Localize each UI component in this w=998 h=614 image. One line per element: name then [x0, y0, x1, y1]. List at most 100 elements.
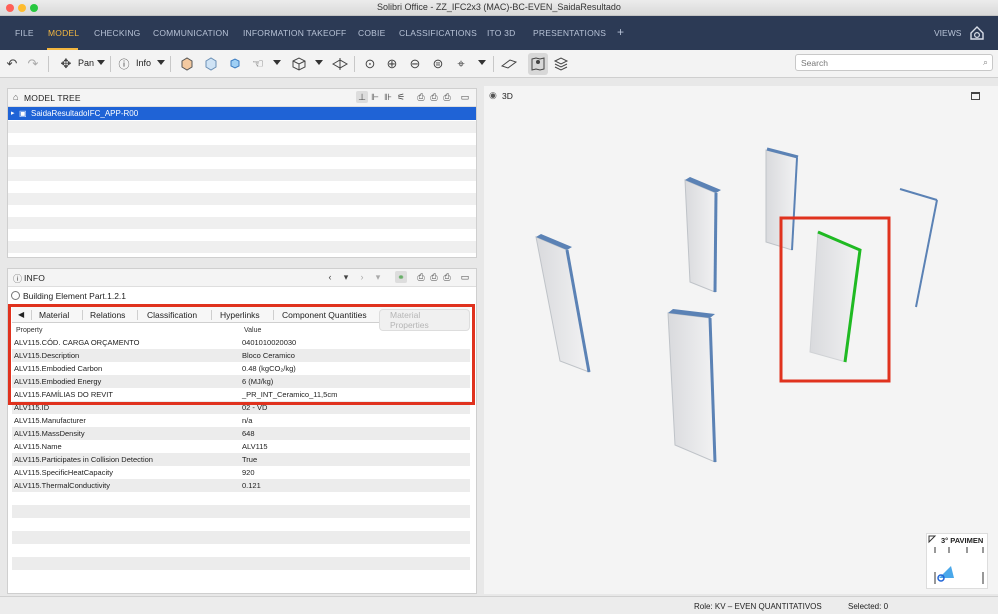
- toolbar-separator: [48, 56, 49, 72]
- wall-element: [535, 236, 590, 373]
- 3d-view-title: 3D: [502, 91, 513, 101]
- measure-icon[interactable]: ⌖: [452, 55, 470, 73]
- selected-count: Selected: 0: [848, 602, 889, 611]
- home-3d-icon[interactable]: [969, 25, 985, 41]
- next-dropdown-icon[interactable]: ▾: [372, 271, 384, 283]
- window-title: Solibri Office - ZZ_IFC2x3 (MAC)-BC-EVEN…: [377, 2, 621, 12]
- table-row[interactable]: ALV115.Manufacturer n/a: [12, 414, 470, 427]
- tree-row: [8, 145, 476, 157]
- model-tree-header: ⌂ MODEL TREE ⊥ ⊩ ⊪ ⚟ ⎙ ⎙ ⎙ ▭: [8, 89, 476, 107]
- section-box-icon[interactable]: [331, 55, 349, 73]
- slice-plane-icon[interactable]: [500, 55, 518, 73]
- floor-plan-icon[interactable]: [529, 55, 547, 73]
- show-components-icon[interactable]: [178, 55, 196, 73]
- wall-element: [684, 179, 717, 293]
- toolbar-separator: [170, 56, 171, 72]
- table-row[interactable]: ALV115.ThermalConductivity 0.121: [12, 479, 470, 492]
- info-header: ⓘ INFO ‹ ▾ › ▾ ⚭ ⎙ ⎙ ⎙ ▭: [8, 269, 476, 287]
- property-name: ALV115.MassDensity: [14, 429, 85, 438]
- menu-communication[interactable]: COMMUNICATION: [153, 28, 229, 38]
- view-dropdown-caret[interactable]: [315, 60, 323, 65]
- undo-icon[interactable]: ↶: [3, 55, 21, 73]
- menu-cobie[interactable]: COBIE: [358, 28, 385, 38]
- redo-icon[interactable]: ↷: [24, 55, 42, 73]
- property-name: ALV115.Name: [14, 442, 62, 451]
- sync-selection-icon[interactable]: ⚭: [395, 271, 407, 283]
- 3d-viewport[interactable]: [484, 86, 998, 594]
- toolbar-separator: [110, 56, 111, 72]
- wall-edge: [899, 188, 938, 201]
- info-panel-icon: ⓘ: [13, 274, 23, 284]
- isolate-icon[interactable]: [226, 55, 244, 73]
- menu-information-takeoff[interactable]: INFORMATION TAKEOFF: [243, 28, 346, 38]
- menu-presentations[interactable]: PRESENTATIONS: [533, 28, 606, 38]
- menu-ito-3d[interactable]: ITO 3D: [487, 28, 515, 38]
- annotation-highlight-box: [8, 304, 475, 405]
- zoom-in-icon[interactable]: ⊕: [383, 55, 401, 73]
- tree-row: [8, 193, 476, 205]
- maximize-panel-icon[interactable]: ▭: [459, 271, 471, 283]
- property-value: 0.121: [242, 481, 261, 490]
- menu-model[interactable]: MODEL: [48, 28, 79, 38]
- print-icon[interactable]: ⎙: [415, 91, 427, 103]
- measure-dropdown-caret[interactable]: [478, 60, 486, 65]
- zoom-fit-icon[interactable]: ⊙: [361, 55, 379, 73]
- maximize-view-icon[interactable]: [971, 92, 980, 100]
- report-icon[interactable]: ⎙: [441, 91, 453, 103]
- property-value: n/a: [242, 416, 253, 425]
- table-row: [12, 544, 470, 557]
- table-row[interactable]: ALV115.MassDensity 648: [12, 427, 470, 440]
- tree-item-selected[interactable]: ▸ ▣ SaidaResultadoIFC_APP-R00: [8, 107, 476, 120]
- maximize-panel-icon[interactable]: ▭: [459, 91, 471, 103]
- property-name: ALV115.Manufacturer: [14, 416, 86, 425]
- element-radio[interactable]: [11, 291, 20, 300]
- role-status: Role: KV – EVEN QUANTITATIVOS: [694, 602, 822, 611]
- table-row[interactable]: ALV115.Name ALV115: [12, 440, 470, 453]
- export-icon[interactable]: ⎙: [428, 271, 440, 283]
- table-row: [12, 557, 470, 570]
- zoom-out-icon[interactable]: ⊖: [406, 55, 424, 73]
- export-icon[interactable]: ⎙: [428, 91, 440, 103]
- previous-icon[interactable]: ‹: [324, 271, 336, 283]
- expand-arrow-icon[interactable]: ▸: [11, 109, 15, 117]
- table-row: [12, 531, 470, 544]
- wall-element: [667, 312, 716, 463]
- 3d-view-icon: ◉: [489, 90, 497, 100]
- menu-checking[interactable]: CHECKING: [94, 28, 140, 38]
- menu-file[interactable]: FILE: [15, 28, 34, 38]
- hierarchy-view-icon[interactable]: ⊥: [356, 91, 368, 103]
- table-row: [12, 505, 470, 518]
- table-row: [12, 518, 470, 531]
- spatial-tree-icon[interactable]: ⊪: [382, 91, 394, 103]
- menu-views[interactable]: VIEWS: [934, 28, 961, 38]
- wall-edge: [915, 199, 938, 308]
- add-layout-button[interactable]: +: [617, 25, 624, 39]
- table-row[interactable]: ALV115.SpecificHeatCapacity 920: [12, 466, 470, 479]
- pan-label[interactable]: Pan: [78, 58, 94, 68]
- layers-icon[interactable]: [552, 55, 570, 73]
- 3d-model-scene[interactable]: [484, 86, 998, 594]
- info-icon[interactable]: ⓘ: [115, 55, 133, 73]
- visibility-icon[interactable]: ☜: [249, 55, 267, 73]
- pan-icon[interactable]: ✥: [57, 55, 75, 73]
- info-label[interactable]: Info: [136, 58, 151, 68]
- zoom-selected-icon[interactable]: ⊜: [429, 55, 447, 73]
- history-dropdown-icon[interactable]: ▾: [340, 271, 352, 283]
- next-icon[interactable]: ›: [356, 271, 368, 283]
- menu-classifications[interactable]: CLASSIFICATIONS: [399, 28, 477, 38]
- visibility-dropdown-caret[interactable]: [273, 60, 281, 65]
- table-row[interactable]: ALV115.Participates in Collision Detecti…: [12, 453, 470, 466]
- tree-row: [8, 217, 476, 229]
- search-input[interactable]: Search ⌕: [795, 54, 993, 71]
- transparency-icon[interactable]: [202, 55, 220, 73]
- pan-dropdown-caret[interactable]: [97, 60, 105, 65]
- model-file-icon: ▣: [19, 109, 27, 118]
- report-icon[interactable]: ⎙: [441, 271, 453, 283]
- info-dropdown-caret[interactable]: [157, 60, 165, 65]
- element-title: Building Element Part.1.2.1: [23, 291, 127, 301]
- print-icon[interactable]: ⎙: [415, 271, 427, 283]
- filter-tree-icon[interactable]: ⚟: [395, 91, 407, 103]
- view-cube-icon[interactable]: [290, 55, 308, 73]
- tree-view-icon[interactable]: ⊩: [369, 91, 381, 103]
- status-bar: Role: KV – EVEN QUANTITATIVOS Selected: …: [0, 596, 998, 614]
